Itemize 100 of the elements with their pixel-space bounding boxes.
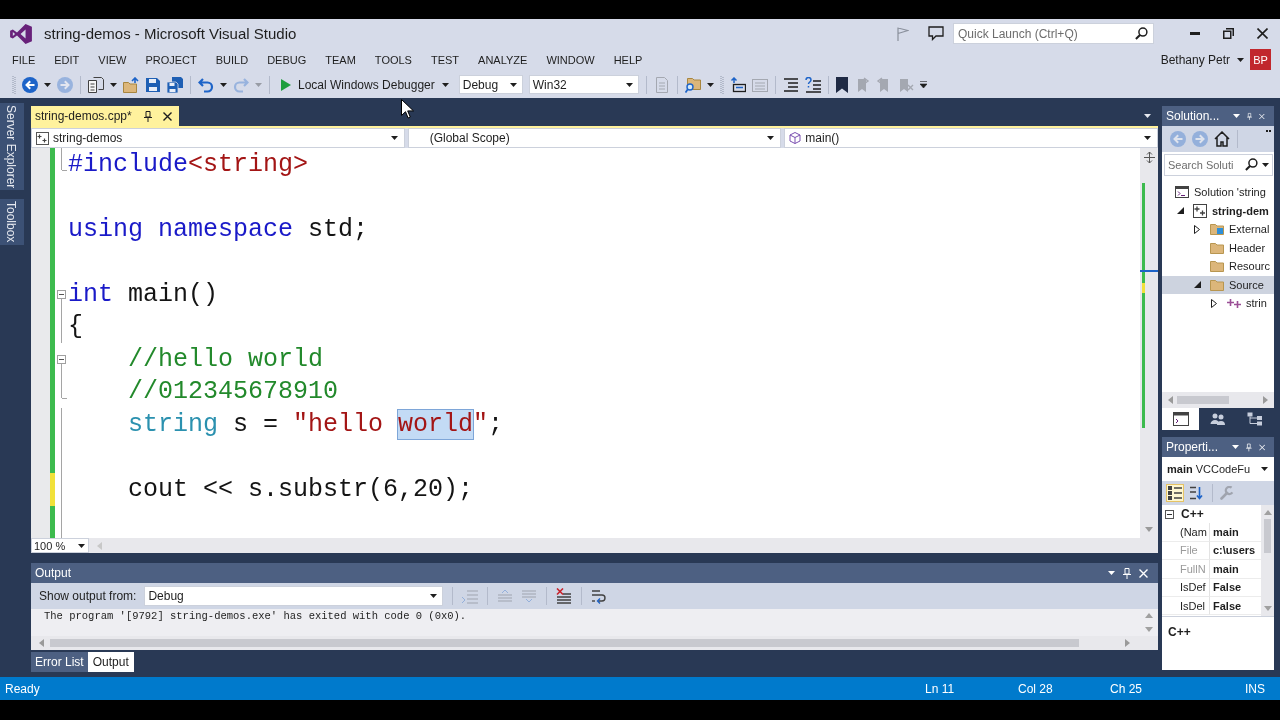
collapse-icon[interactable] bbox=[57, 289, 66, 299]
lines-icon[interactable] bbox=[782, 76, 799, 93]
caret-icon[interactable] bbox=[1108, 571, 1115, 575]
close-icon[interactable] bbox=[1257, 28, 1268, 39]
caret-icon[interactable] bbox=[625, 82, 633, 87]
menu-item[interactable]: DEBUG bbox=[257, 53, 316, 66]
menu-item[interactable]: TOOLS bbox=[365, 53, 422, 66]
project-dropdown[interactable]: string-demos bbox=[31, 128, 405, 148]
save-icon[interactable] bbox=[145, 76, 161, 93]
word-wrap-icon[interactable] bbox=[591, 588, 608, 604]
caret-icon[interactable] bbox=[441, 82, 449, 87]
caret-icon[interactable] bbox=[430, 594, 438, 598]
tree-item[interactable]: Source bbox=[1162, 275, 1274, 294]
caret-icon[interactable] bbox=[1232, 445, 1240, 449]
overflow-icon[interactable] bbox=[919, 81, 927, 88]
back-icon[interactable] bbox=[22, 76, 38, 93]
platform-dropdown[interactable]: Win32 bbox=[528, 75, 639, 94]
save-all-icon[interactable] bbox=[167, 76, 183, 93]
side-tab[interactable]: Server Explorer bbox=[0, 103, 24, 191]
caret-icon[interactable] bbox=[509, 82, 517, 87]
caret-icon[interactable] bbox=[78, 543, 85, 548]
tree-item[interactable]: string-dem bbox=[1162, 201, 1274, 220]
tree-item[interactable]: External bbox=[1162, 220, 1274, 239]
caret-icon[interactable] bbox=[1144, 136, 1151, 140]
caret-icon[interactable] bbox=[1233, 114, 1241, 118]
caret-icon[interactable] bbox=[767, 136, 775, 140]
expand-arrow-icon[interactable] bbox=[1211, 298, 1217, 308]
caret-icon[interactable] bbox=[390, 136, 398, 140]
menu-item[interactable]: TEST bbox=[421, 53, 469, 66]
object-dropdown[interactable]: main VCCodeFu bbox=[1164, 463, 1272, 475]
speech-bubble-icon[interactable] bbox=[928, 26, 944, 41]
window-icon[interactable] bbox=[1172, 412, 1189, 426]
caret-icon[interactable] bbox=[1237, 57, 1244, 62]
grip-icon[interactable] bbox=[12, 75, 16, 94]
hierarchy-icon[interactable] bbox=[1246, 412, 1263, 426]
collapse-icon[interactable] bbox=[1165, 509, 1174, 519]
search-icon[interactable] bbox=[1245, 158, 1258, 171]
folder-search-icon[interactable] bbox=[684, 76, 701, 93]
scope-dropdown[interactable]: (Global Scope) bbox=[407, 128, 782, 148]
caret-icon[interactable] bbox=[44, 82, 51, 87]
caret-icon[interactable] bbox=[110, 82, 117, 87]
menu-item[interactable]: HELP bbox=[604, 53, 652, 66]
caret-icon[interactable] bbox=[1261, 467, 1268, 471]
configuration-dropdown[interactable]: Debug bbox=[458, 75, 523, 94]
menu-item[interactable]: BUILD bbox=[206, 53, 258, 66]
panel-tab[interactable] bbox=[1162, 408, 1199, 430]
caret-icon[interactable] bbox=[1262, 162, 1269, 167]
tree-item[interactable]: Resourc bbox=[1162, 257, 1274, 276]
scroll-thumb[interactable] bbox=[50, 639, 1079, 647]
collapse-icon[interactable] bbox=[57, 354, 66, 364]
play-icon[interactable] bbox=[281, 78, 291, 91]
undo-icon[interactable] bbox=[198, 76, 214, 93]
tree-item[interactable]: strin bbox=[1162, 294, 1274, 313]
code-editor[interactable]: #include<string> using namespace std; int main() { //hello world //012345678910 string s = "hello world"; cout << s.substr(6,20); bbox=[31, 148, 1158, 538]
panel-tab[interactable]: Error List bbox=[31, 652, 88, 672]
open-folder-icon[interactable] bbox=[123, 76, 139, 93]
scroll-thumb[interactable] bbox=[1264, 519, 1271, 553]
panel-tab[interactable]: Output bbox=[87, 652, 134, 672]
search-field[interactable]: Search Soluti bbox=[1164, 154, 1273, 176]
grip-icon[interactable] bbox=[719, 75, 724, 94]
expand-arrow-icon[interactable] bbox=[1194, 224, 1200, 234]
menu-item[interactable]: ANALYZE bbox=[468, 53, 537, 66]
side-tab[interactable]: Toolbox bbox=[0, 199, 24, 245]
tree-item[interactable]: Solution 'string bbox=[1162, 183, 1274, 202]
document-tab[interactable]: string-demos.cpp* bbox=[31, 106, 179, 126]
restore-icon[interactable] bbox=[1223, 28, 1234, 39]
menu-item[interactable]: EDIT bbox=[44, 53, 89, 66]
caret-icon[interactable] bbox=[1144, 114, 1151, 118]
arrow-box-icon[interactable] bbox=[729, 76, 746, 93]
tree-item[interactable]: Header bbox=[1162, 238, 1274, 257]
start-debugging-button[interactable]: Local Windows Debugger bbox=[277, 73, 453, 96]
menu-item[interactable]: WINDOW bbox=[536, 53, 605, 66]
menu-item[interactable]: PROJECT bbox=[135, 53, 207, 66]
user-avatar[interactable]: BP bbox=[1250, 49, 1271, 70]
horizontal-scrollbar[interactable] bbox=[1162, 392, 1274, 408]
question-lines-icon[interactable] bbox=[804, 76, 821, 93]
vertical-scrollbar[interactable] bbox=[1261, 505, 1274, 616]
menu-item[interactable]: FILE bbox=[2, 53, 45, 66]
member-dropdown[interactable]: main() bbox=[784, 128, 1158, 148]
horizontal-scrollbar[interactable] bbox=[31, 636, 1158, 650]
home-icon[interactable] bbox=[1214, 131, 1230, 147]
vertical-scrollbar[interactable] bbox=[1140, 148, 1158, 538]
clear-icon[interactable] bbox=[556, 588, 573, 604]
split-icon[interactable] bbox=[1143, 152, 1155, 163]
collapse-arrow-icon[interactable] bbox=[1177, 207, 1184, 215]
collapse-arrow-icon[interactable] bbox=[1194, 281, 1201, 289]
bookmark-icon[interactable] bbox=[835, 76, 848, 93]
caret-icon[interactable] bbox=[220, 82, 227, 87]
output-source-dropdown[interactable]: Debug bbox=[144, 586, 444, 606]
user-name[interactable]: Bethany Petr bbox=[1160, 52, 1230, 67]
menu-item[interactable]: TEAM bbox=[315, 53, 366, 66]
caret-icon[interactable] bbox=[706, 82, 714, 87]
pages-icon[interactable] bbox=[88, 76, 104, 93]
pin-icon[interactable] bbox=[143, 110, 152, 122]
menu-item[interactable]: VIEW bbox=[88, 53, 136, 66]
zoom-dropdown[interactable]: 100 % bbox=[31, 538, 89, 553]
close-icon[interactable] bbox=[162, 111, 172, 121]
quick-launch-field[interactable]: Quick Launch (Ctrl+Q) bbox=[953, 23, 1154, 44]
people-icon[interactable] bbox=[1209, 412, 1226, 426]
scroll-thumb[interactable] bbox=[1177, 396, 1229, 404]
